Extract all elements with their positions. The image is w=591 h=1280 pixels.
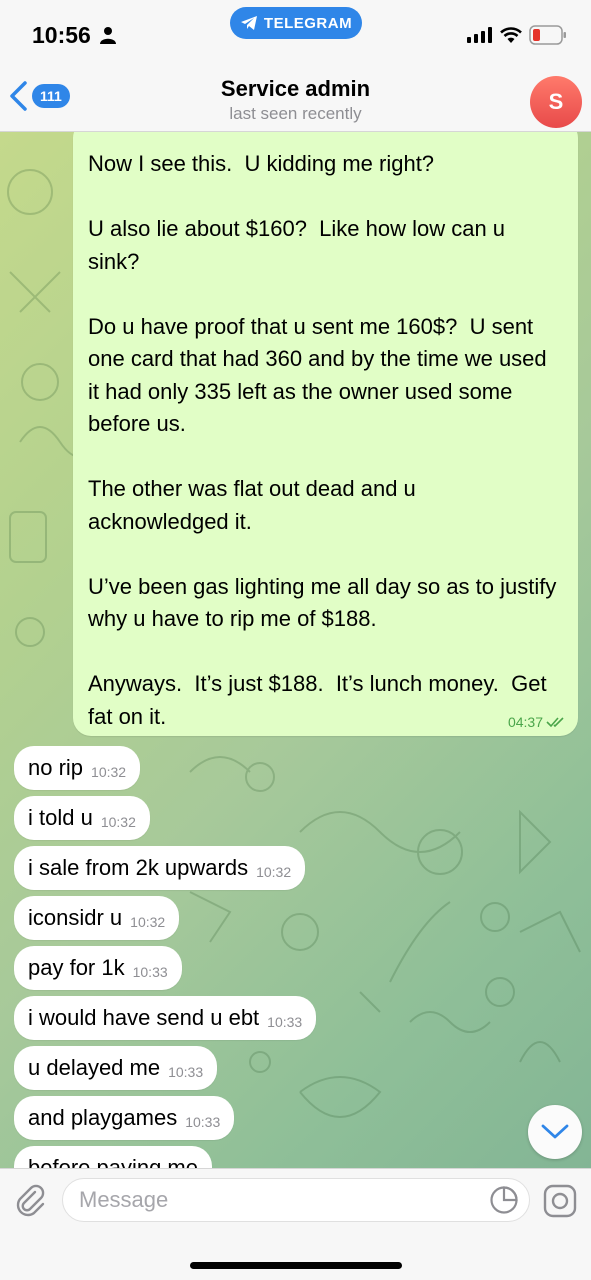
message-text: no rip — [28, 755, 84, 780]
message-text: before paying me — [28, 1155, 198, 1168]
double-check-icon — [546, 717, 564, 728]
incoming-message[interactable]: i told u 10:32 — [14, 796, 150, 840]
message-text: i told u — [28, 805, 93, 830]
sticker-icon[interactable] — [489, 1185, 519, 1215]
paperclip-icon[interactable] — [13, 1183, 47, 1217]
incoming-message[interactable]: before paying me — [14, 1146, 212, 1168]
message-input[interactable] — [62, 1178, 530, 1222]
scroll-to-bottom-button[interactable] — [528, 1105, 582, 1159]
telegram-return-pill[interactable]: TELEGRAM — [230, 7, 362, 39]
telegram-plane-icon — [240, 16, 257, 30]
camera-icon[interactable] — [543, 1184, 577, 1218]
message-time: 04:37 — [507, 714, 543, 730]
incoming-message[interactable]: no rip 10:32 — [14, 746, 141, 790]
status-bar: 10:56 TELEGRAM — [0, 0, 591, 70]
telegram-pill-label: TELEGRAM — [263, 14, 353, 32]
message-time: 10:32 — [91, 764, 127, 780]
message-text: i would have send u ebt — [28, 1005, 260, 1030]
message-time: 10:33 — [267, 1014, 303, 1030]
chat-header: 111 Service admin last seen recently S — [0, 70, 591, 132]
incoming-message[interactable]: iconsidr u 10:32 — [14, 896, 180, 940]
last-seen-status: last seen recently — [229, 104, 362, 123]
chat-title[interactable]: Service admin — [0, 76, 591, 102]
battery-low-icon — [529, 25, 566, 45]
contact-avatar[interactable]: S — [530, 76, 582, 128]
incoming-message[interactable]: u delayed me 10:33 — [14, 1046, 218, 1090]
message-time: 10:33 — [168, 1064, 204, 1080]
incoming-message[interactable]: i sale from 2k upwards 10:32 — [14, 846, 306, 890]
message-text: and playgames — [28, 1105, 178, 1130]
message-text: iconsidr u — [28, 905, 123, 930]
message-time: 10:32 — [256, 864, 292, 880]
cellular-signal-icon — [467, 27, 492, 43]
message-time: 10:33 — [185, 1114, 221, 1130]
chevron-down-icon — [541, 1124, 569, 1139]
message-text: i sale from 2k upwards — [28, 855, 249, 880]
message-time: 10:32 — [100, 814, 136, 830]
message-text: pay for 1k — [28, 955, 125, 980]
wifi-icon — [500, 27, 522, 43]
clock: 10:56 — [32, 22, 91, 48]
person-icon — [100, 27, 116, 44]
incoming-message[interactable]: i would have send u ebt 10:33 — [14, 996, 317, 1040]
message-text: u delayed me — [28, 1055, 161, 1080]
incoming-message[interactable]: pay for 1k 10:33 — [14, 946, 182, 990]
outgoing-message[interactable]: Now I see this. U kidding me right? U al… — [73, 132, 578, 736]
outgoing-message-text: Now I see this. U kidding me right? U al… — [88, 151, 557, 729]
message-time: 10:32 — [130, 914, 166, 930]
incoming-message[interactable]: and playgames 10:33 — [14, 1096, 235, 1140]
home-indicator[interactable] — [190, 1262, 402, 1269]
chat-area[interactable]: Now I see this. U kidding me right? U al… — [0, 132, 591, 1168]
message-time: 10:33 — [132, 964, 168, 980]
message-meta: 04:37 — [508, 714, 566, 730]
